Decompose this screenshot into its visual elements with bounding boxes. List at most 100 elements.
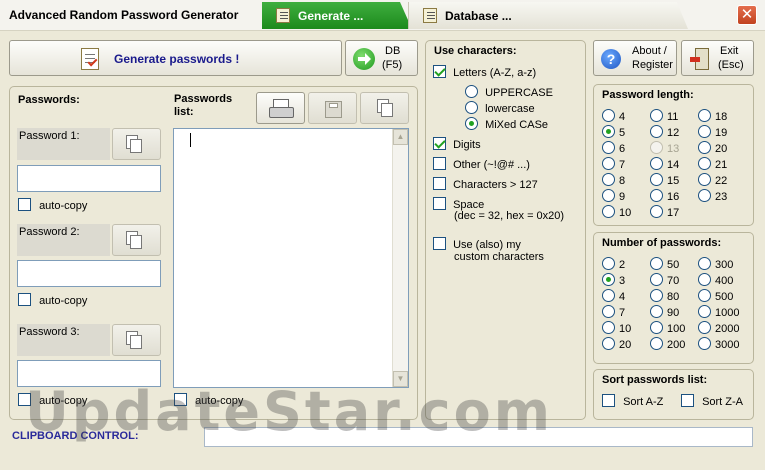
number-of-passwords-radio[interactable] [650, 321, 663, 334]
sort-za-checkbox[interactable] [681, 394, 694, 407]
password-length-radio[interactable] [650, 109, 663, 122]
password-length-radio[interactable] [602, 157, 615, 170]
password-length-radio[interactable] [698, 125, 711, 138]
password-length-option-19[interactable]: 19 [698, 125, 727, 139]
letters-option[interactable]: Letters (A-Z, a-z) [433, 65, 536, 79]
scroll-up-arrow-icon[interactable]: ▲ [393, 129, 408, 145]
password-length-option-20[interactable]: 20 [698, 141, 727, 155]
number-of-passwords-radio[interactable] [602, 337, 615, 350]
password-1-autocopy[interactable]: auto-copy [18, 198, 87, 212]
password-length-option-11[interactable]: 11 [650, 109, 678, 123]
password-length-option-10[interactable]: 10 [602, 205, 631, 219]
case-uppercase-option[interactable]: UPPERCASE [465, 85, 553, 99]
case-lowercase-radio[interactable] [465, 101, 478, 114]
password-length-option-8[interactable]: 8 [602, 173, 625, 187]
autocopy-checkbox[interactable] [18, 293, 31, 306]
generate-passwords-button[interactable]: Generate passwords ! [9, 40, 342, 76]
case-uppercase-radio[interactable] [465, 85, 478, 98]
exit-button[interactable]: Exit (Esc) [681, 40, 754, 76]
number-of-passwords-option-3000[interactable]: 3000 [698, 337, 739, 351]
number-of-passwords-option-100[interactable]: 100 [650, 321, 685, 335]
number-of-passwords-option-400[interactable]: 400 [698, 273, 733, 287]
number-of-passwords-radio[interactable] [602, 305, 615, 318]
gt127-checkbox[interactable] [433, 177, 446, 190]
about-register-button[interactable]: ? About / Register [593, 40, 677, 76]
copy-password-2-button[interactable] [112, 224, 161, 256]
tab-generate[interactable]: Generate ... [262, 2, 412, 29]
number-of-passwords-radio[interactable] [650, 257, 663, 270]
custom-option[interactable]: Use (also) my [433, 237, 521, 251]
password-length-option-14[interactable]: 14 [650, 157, 679, 171]
password-length-radio[interactable] [698, 173, 711, 186]
password-length-radio[interactable] [650, 205, 663, 218]
gt127-option[interactable]: Characters > 127 [433, 177, 538, 191]
password-1-field[interactable] [17, 165, 161, 192]
number-of-passwords-radio[interactable] [650, 337, 663, 350]
number-of-passwords-option-2[interactable]: 2 [602, 257, 625, 271]
password-length-option-5[interactable]: 5 [602, 125, 625, 139]
password-length-option-4[interactable]: 4 [602, 109, 625, 123]
other-option[interactable]: Other (~!@# ...) [433, 157, 530, 171]
number-of-passwords-radio[interactable] [602, 321, 615, 334]
number-of-passwords-option-300[interactable]: 300 [698, 257, 733, 271]
copy-password-1-button[interactable] [112, 128, 161, 160]
sort-za-option[interactable]: Sort Z-A [681, 394, 743, 408]
password-length-radio[interactable] [698, 109, 711, 122]
number-of-passwords-radio[interactable] [602, 289, 615, 302]
password-length-radio[interactable] [650, 157, 663, 170]
number-of-passwords-option-1000[interactable]: 1000 [698, 305, 739, 319]
autocopy-checkbox[interactable] [18, 198, 31, 211]
password-length-radio[interactable] [602, 109, 615, 122]
password-length-option-21[interactable]: 21 [698, 157, 727, 171]
number-of-passwords-radio[interactable] [698, 273, 711, 286]
password-length-radio[interactable] [650, 125, 663, 138]
number-of-passwords-radio[interactable] [698, 337, 711, 350]
number-of-passwords-radio[interactable] [650, 289, 663, 302]
case-mixed-radio[interactable] [465, 117, 478, 130]
number-of-passwords-option-20[interactable]: 20 [602, 337, 631, 351]
copy-password-3-button[interactable] [112, 324, 161, 356]
number-of-passwords-radio[interactable] [698, 321, 711, 334]
password-2-field[interactable] [17, 260, 161, 287]
password-length-option-9[interactable]: 9 [602, 189, 625, 203]
number-of-passwords-option-3[interactable]: 3 [602, 273, 625, 287]
number-of-passwords-option-80[interactable]: 80 [650, 289, 679, 303]
number-of-passwords-option-4[interactable]: 4 [602, 289, 625, 303]
number-of-passwords-option-500[interactable]: 500 [698, 289, 733, 303]
db-button[interactable]: DB (F5) [345, 40, 418, 76]
password-length-radio[interactable] [698, 189, 711, 202]
digits-checkbox[interactable] [433, 137, 446, 150]
copy-list-button[interactable] [360, 92, 409, 124]
password-length-radio[interactable] [602, 189, 615, 202]
case-lowercase-option[interactable]: lowercase [465, 101, 535, 115]
number-of-passwords-radio[interactable] [650, 273, 663, 286]
number-of-passwords-radio[interactable] [698, 289, 711, 302]
password-length-option-17[interactable]: 17 [650, 205, 679, 219]
number-of-passwords-option-70[interactable]: 70 [650, 273, 679, 287]
number-of-passwords-option-2000[interactable]: 2000 [698, 321, 739, 335]
password-length-radio[interactable] [650, 141, 663, 154]
custom-checkbox[interactable] [433, 237, 446, 250]
password-length-option-16[interactable]: 16 [650, 189, 679, 203]
close-button[interactable]: ✕ [737, 5, 757, 25]
password-2-autocopy[interactable]: auto-copy [18, 293, 87, 307]
letters-checkbox[interactable] [433, 65, 446, 78]
number-of-passwords-radio[interactable] [602, 273, 615, 286]
print-list-button[interactable] [256, 92, 305, 124]
number-of-passwords-radio[interactable] [698, 257, 711, 270]
scrollbar[interactable]: ▲ ▼ [392, 129, 408, 387]
password-length-radio[interactable] [650, 189, 663, 202]
space-option[interactable]: Space [433, 197, 484, 211]
space-checkbox[interactable] [433, 197, 446, 210]
password-length-option-12[interactable]: 12 [650, 125, 679, 139]
password-length-radio[interactable] [650, 173, 663, 186]
number-of-passwords-radio[interactable] [602, 257, 615, 270]
number-of-passwords-option-10[interactable]: 10 [602, 321, 631, 335]
other-checkbox[interactable] [433, 157, 446, 170]
password-length-radio[interactable] [602, 205, 615, 218]
digits-option[interactable]: Digits [433, 137, 481, 151]
sort-az-checkbox[interactable] [602, 394, 615, 407]
password-length-radio[interactable] [602, 125, 615, 138]
password-length-radio[interactable] [698, 157, 711, 170]
number-of-passwords-radio[interactable] [650, 305, 663, 318]
